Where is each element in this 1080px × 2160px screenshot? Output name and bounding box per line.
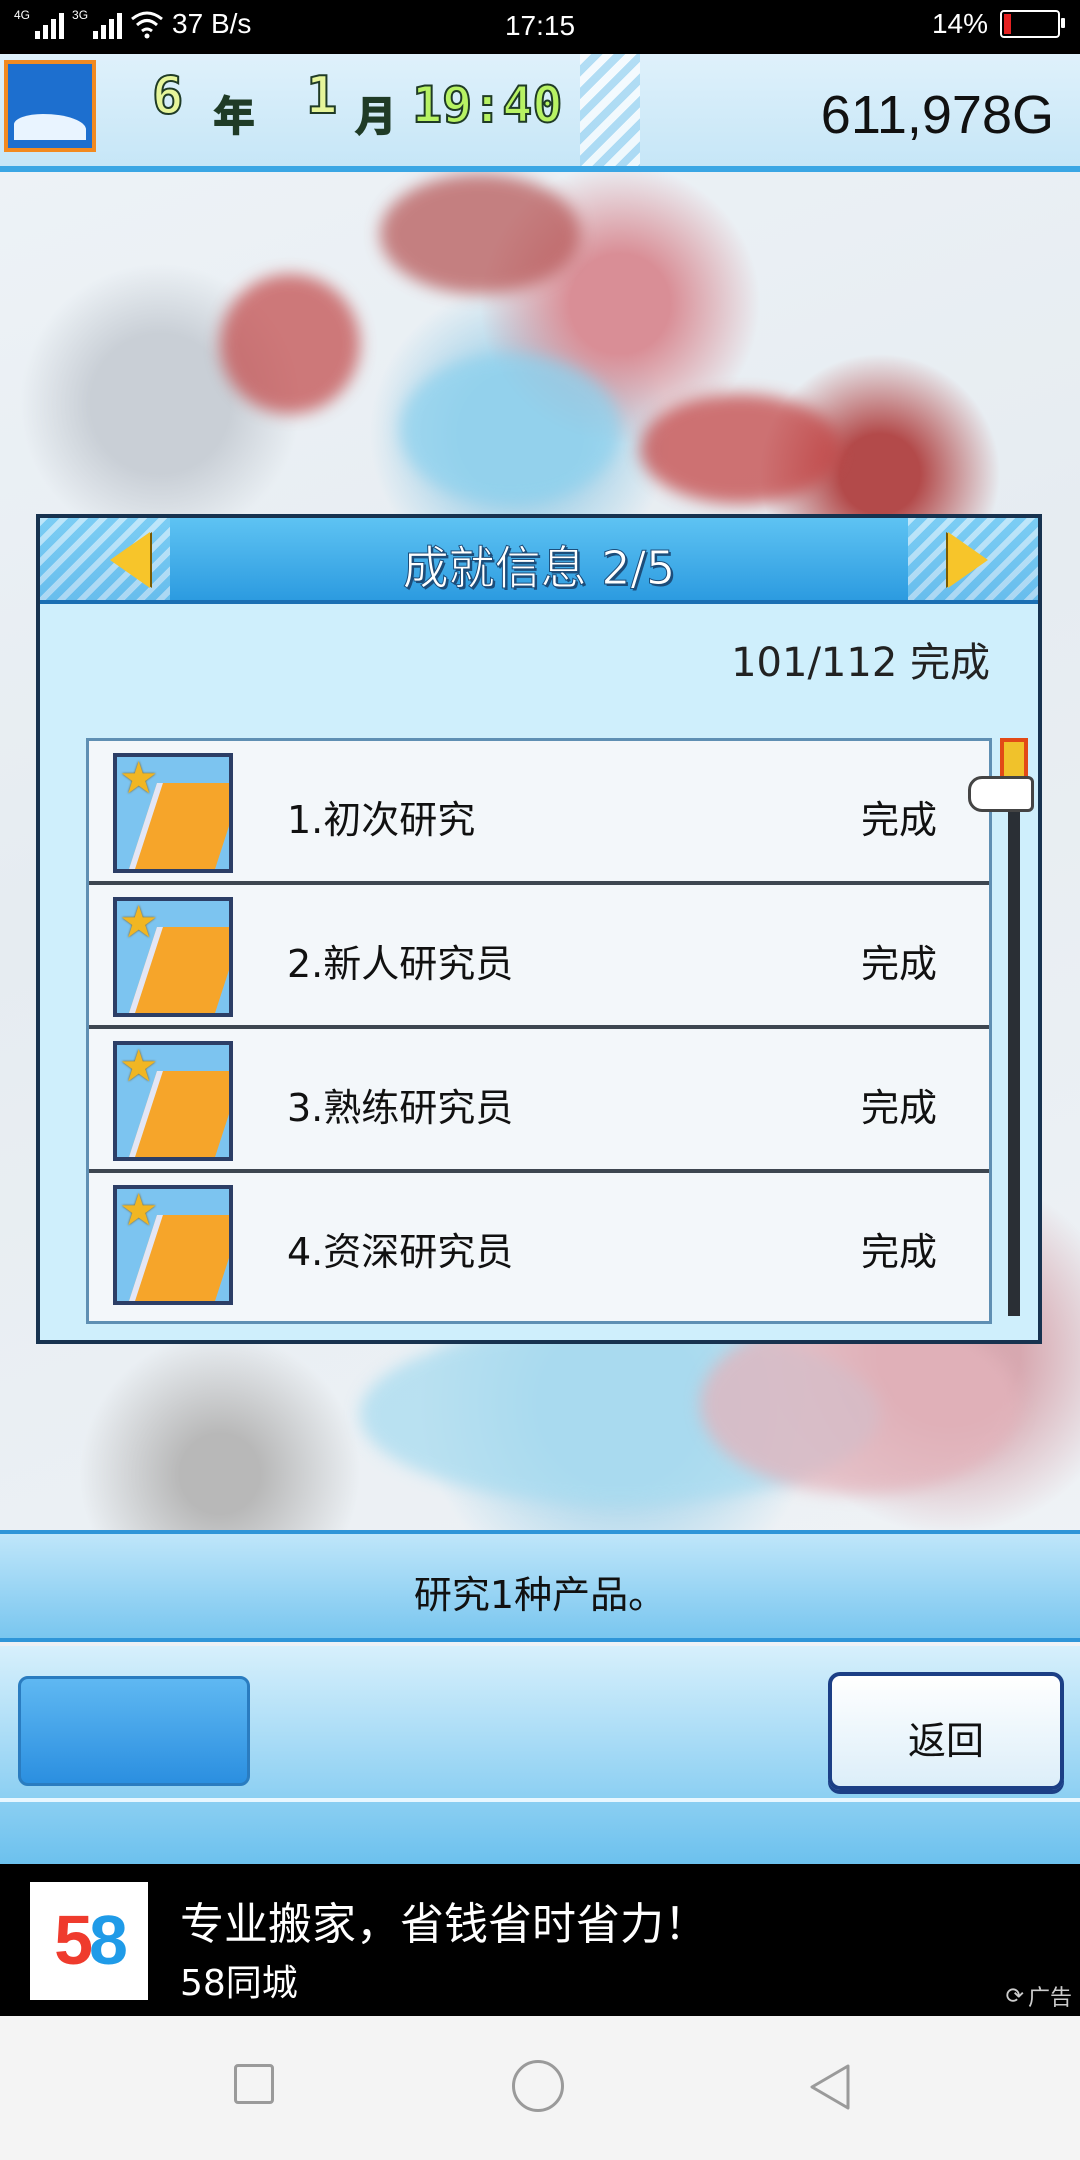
star-icon: ★ <box>119 897 159 948</box>
achievement-status: 完成 <box>860 1230 937 1274</box>
advertiser-logo[interactable]: 58 <box>30 1882 148 2000</box>
list-scrollbar[interactable] <box>1008 746 1020 1316</box>
next-page-arrow-icon[interactable] <box>948 532 988 588</box>
gold-amount: 611,978G <box>820 85 1054 145</box>
pointing-hand-icon <box>968 776 1034 812</box>
status-time: 17:15 <box>504 10 576 41</box>
achievement-name: 3.熟练研究员 <box>287 1086 514 1130</box>
back-nav-icon[interactable] <box>806 2062 854 2112</box>
achievement-status: 完成 <box>860 942 937 986</box>
achievement-dialog: 成就信息 2/5 101/112 完成 ★ 1.初次研究 完成 ★ 2.新人研究… <box>36 514 1042 1344</box>
snow-decoration <box>580 54 640 166</box>
back-button-label: 返回 <box>907 1719 984 1763</box>
year-unit: 年 <box>213 93 255 141</box>
achievement-name: 1.初次研究 <box>287 798 476 842</box>
achievement-row[interactable]: ★ 2.新人研究员 完成 <box>89 885 989 1029</box>
battery-percent: 14% <box>931 8 988 39</box>
month-number: 1 <box>305 65 338 127</box>
dialog-titlebar: 成就信息 2/5 <box>40 518 1038 604</box>
star-icon: ★ <box>119 1041 159 1092</box>
battery-icon <box>1000 10 1065 38</box>
completion-count: 101/112 完成 <box>731 640 990 686</box>
system-nav-bar <box>0 2016 1080 2160</box>
battery-fill <box>1004 14 1011 34</box>
star-icon: ★ <box>119 753 159 804</box>
home-button[interactable] <box>512 2060 564 2112</box>
achievement-row[interactable]: ★ 4.资深研究员 完成 <box>89 1173 989 1317</box>
achievement-name: 2.新人研究员 <box>287 942 514 986</box>
scene-blur <box>220 274 360 414</box>
game-time: 19:40 <box>411 75 564 135</box>
achievement-scroll-icon: ★ <box>113 897 233 1017</box>
year-number: 6 <box>151 65 184 127</box>
achievement-description-bar: 研究1种产品。 <box>0 1530 1080 1642</box>
top-hud: 6 年 1 月 19:40 611,978G <box>0 54 1080 172</box>
ad-info-icon: ⟳ <box>1005 1983 1024 2009</box>
blank-button[interactable] <box>18 1676 250 1786</box>
achievement-description: 研究1种产品。 <box>413 1573 667 1617</box>
back-button[interactable]: 返回 <box>828 1672 1064 1790</box>
achievement-scroll-icon: ★ <box>113 1041 233 1161</box>
scene-blur <box>400 354 620 504</box>
achievement-status: 完成 <box>860 1086 937 1130</box>
dialog-title: 成就信息 2/5 <box>402 541 676 596</box>
ad-advertiser[interactable]: 58同城 <box>180 1954 298 2006</box>
ad-tag[interactable]: ⟳ 广告 <box>1006 1980 1072 2012</box>
logo-digit-8: 8 <box>89 1901 128 1979</box>
achievement-status: 完成 <box>860 798 937 842</box>
status-bar: 4G 3G 37 B/s 17:15 14% <box>0 0 1080 54</box>
star-icon: ★ <box>119 1185 159 1236</box>
achievement-row[interactable]: ★ 1.初次研究 完成 <box>89 741 989 885</box>
month-unit: 月 <box>355 93 397 141</box>
recent-apps-button[interactable] <box>234 2064 274 2104</box>
resort-menu-icon[interactable] <box>4 60 96 152</box>
scene-blur <box>640 394 840 504</box>
ad-tag-label: 广告 <box>1027 1986 1072 2011</box>
achievement-row[interactable]: ★ 3.熟练研究员 完成 <box>89 1029 989 1173</box>
achievement-list[interactable]: ★ 1.初次研究 完成 ★ 2.新人研究员 完成 ★ 3.熟练研究员 完成 ★ … <box>86 738 992 1324</box>
scene-blur <box>380 174 580 294</box>
achievement-scroll-icon: ★ <box>113 753 233 873</box>
achievement-scroll-icon: ★ <box>113 1185 233 1305</box>
divider <box>0 1798 1080 1802</box>
achievement-name: 4.资深研究员 <box>287 1230 514 1274</box>
logo-digit-5: 5 <box>54 1901 93 1979</box>
bottom-button-bar: 返回 <box>0 1646 1080 1864</box>
ad-banner[interactable]: 58 专业搬家，省钱省时省力！ 58同城 ⟳ 广告 <box>0 1864 1080 2016</box>
ad-headline[interactable]: 专业搬家，省钱省时省力！ <box>180 1888 708 1952</box>
